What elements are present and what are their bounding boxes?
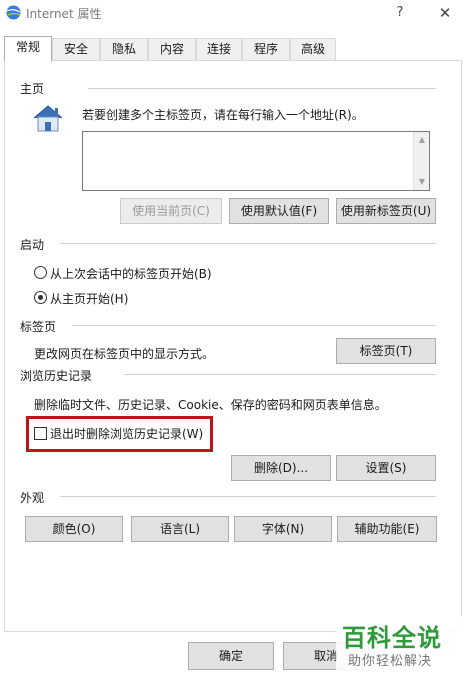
history-divider: [124, 374, 436, 375]
startup-divider: [60, 243, 436, 244]
tab-security[interactable]: 安全: [52, 38, 100, 60]
tab-connections[interactable]: 连接: [196, 38, 242, 60]
radio-homepage[interactable]: [34, 291, 47, 304]
watermark-slogan: 助你轻松解决: [348, 654, 433, 669]
homepage-address-textarea[interactable]: ▲ ▼: [82, 131, 430, 191]
languages-button[interactable]: 语言(L): [131, 516, 229, 542]
homepage-description: 若要创建多个主标签页，请在每行输入一个地址(R)。: [82, 108, 364, 122]
history-description: 删除临时文件、历史记录、Cookie、保存的密码和网页表单信息。: [34, 398, 387, 412]
delete-history-button[interactable]: 删除(D)...: [231, 455, 331, 481]
close-button[interactable]: ✕: [428, 2, 462, 24]
scroll-up-icon[interactable]: ▲: [414, 132, 430, 148]
tabs-section-divider: [72, 325, 436, 326]
use-new-tab-button[interactable]: 使用新标签页(U): [336, 198, 436, 224]
tabs-section-description: 更改网页在标签页中的显示方式。: [34, 347, 215, 361]
ok-button[interactable]: 确定: [188, 642, 274, 670]
help-button[interactable]: ?: [386, 2, 414, 24]
appearance-divider: [60, 496, 436, 497]
appearance-section-title: 外观: [20, 489, 45, 506]
scroll-down-icon[interactable]: ▼: [414, 174, 430, 190]
radio-homepage-label: 从主页开始(H): [50, 292, 129, 306]
window-title: Internet 属性: [26, 7, 102, 21]
fonts-button[interactable]: 字体(N): [234, 516, 332, 542]
tab-general[interactable]: 常规: [4, 36, 52, 61]
delete-on-exit-label: 退出时删除浏览历史记录(W): [50, 427, 204, 441]
radio-last-session-label: 从上次会话中的标签页开始(B): [50, 267, 212, 281]
history-section-title: 浏览历史记录: [20, 367, 93, 384]
tab-advanced[interactable]: 高级: [290, 38, 336, 60]
watermark-brand: 百科全说: [342, 624, 442, 652]
radio-last-session[interactable]: [34, 266, 47, 279]
history-settings-button[interactable]: 设置(S): [336, 455, 436, 481]
home-icon: [33, 105, 63, 132]
delete-on-exit-checkbox[interactable]: [34, 427, 47, 440]
colors-button[interactable]: 颜色(O): [25, 516, 123, 542]
homepage-scrollbar[interactable]: ▲ ▼: [413, 132, 429, 190]
use-default-button[interactable]: 使用默认值(F): [229, 198, 329, 224]
homepage-divider: [88, 88, 436, 89]
tabs-section-title: 标签页: [20, 318, 57, 335]
tabs-settings-button[interactable]: 标签页(T): [336, 338, 436, 364]
accessibility-button[interactable]: 辅助功能(E): [337, 516, 437, 542]
tab-privacy[interactable]: 隐私: [100, 38, 148, 60]
homepage-section-title: 主页: [20, 80, 45, 97]
startup-section-title: 启动: [20, 236, 45, 253]
tab-content[interactable]: 内容: [148, 38, 196, 60]
tab-programs[interactable]: 程序: [242, 38, 290, 60]
title-bar: Internet 属性 ? ✕: [0, 0, 466, 28]
internet-globe-icon: [6, 5, 21, 20]
use-current-button[interactable]: 使用当前页(C): [120, 198, 222, 224]
